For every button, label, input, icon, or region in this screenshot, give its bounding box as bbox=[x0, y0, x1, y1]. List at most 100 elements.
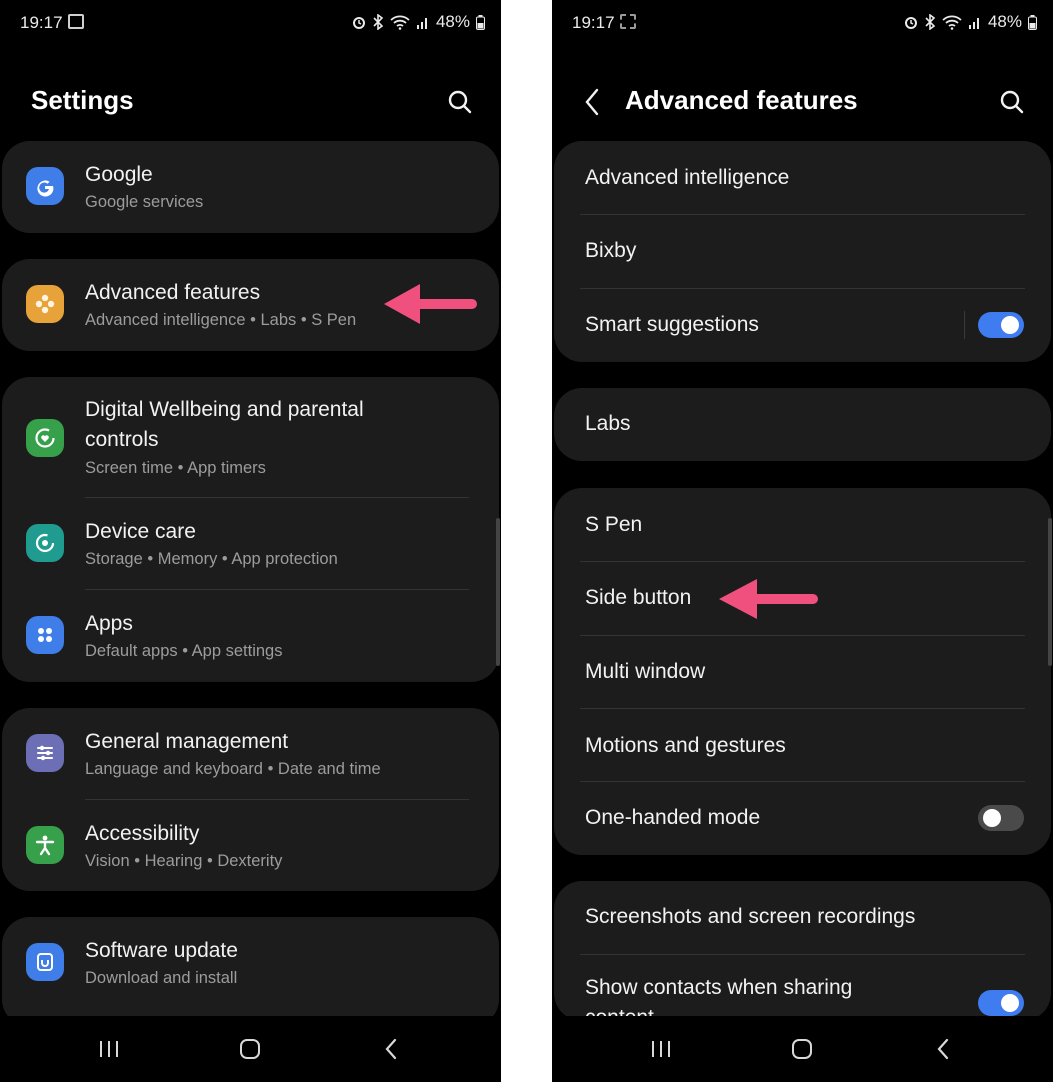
settings-screen: 19:17 48% Settings Google Google service… bbox=[0, 0, 501, 1082]
item-title: Labs bbox=[585, 412, 631, 435]
status-bar: 19:17 48% bbox=[552, 0, 1053, 46]
menu-item-screenshots[interactable]: Screenshots and screen recordings bbox=[554, 881, 1051, 954]
back-icon bbox=[385, 1038, 397, 1060]
toggle-knob bbox=[983, 809, 1001, 827]
alarm-icon bbox=[352, 15, 366, 29]
recent-apps-button[interactable] bbox=[89, 1034, 129, 1064]
item-subtitle: Storage • Memory • App protection bbox=[85, 550, 338, 568]
home-icon bbox=[792, 1039, 812, 1059]
page-title: Advanced features bbox=[625, 85, 858, 115]
menu-item-advanced-intelligence[interactable]: Advanced intelligence bbox=[554, 141, 1051, 214]
settings-item-software-update[interactable]: Software update Download and install bbox=[2, 917, 499, 1009]
item-title: Accessibility bbox=[85, 822, 200, 845]
features-group-sharing: Screenshots and screen recordings Show c… bbox=[554, 881, 1051, 1021]
toggle-knob bbox=[1001, 316, 1019, 334]
battery-icon bbox=[1028, 14, 1037, 30]
item-subtitle: Default apps • App settings bbox=[85, 642, 283, 660]
show-contacts-toggle[interactable] bbox=[978, 990, 1024, 1016]
menu-item-motions-gestures[interactable]: Motions and gestures bbox=[554, 709, 1051, 782]
recent-apps-button[interactable] bbox=[641, 1034, 681, 1064]
apps-icon bbox=[26, 616, 64, 654]
search-button[interactable] bbox=[994, 84, 1030, 120]
item-title-line2: controls bbox=[85, 428, 159, 451]
item-subtitle: Advanced intelligence • Labs • S Pen bbox=[85, 311, 357, 329]
settings-group-general: General management Language and keyboard… bbox=[2, 708, 499, 891]
features-group-labs: Labs bbox=[554, 388, 1051, 461]
menu-item-labs[interactable]: Labs bbox=[554, 388, 1051, 461]
settings-group-software: Software update Download and install bbox=[2, 917, 499, 1027]
smart-suggestions-toggle[interactable] bbox=[978, 312, 1024, 338]
item-title: Advanced features bbox=[85, 281, 261, 304]
recent-apps-icon bbox=[652, 1041, 670, 1057]
menu-item-smart-suggestions[interactable]: Smart suggestions bbox=[554, 289, 1051, 362]
menu-item-bixby[interactable]: Bixby bbox=[554, 215, 1051, 288]
item-subtitle: Download and install bbox=[85, 969, 238, 987]
home-icon bbox=[240, 1039, 260, 1059]
battery-percent: 48% bbox=[435, 12, 470, 31]
settings-item-google[interactable]: Google Google services bbox=[2, 141, 499, 233]
search-button[interactable] bbox=[442, 84, 478, 120]
toggle-knob bbox=[1001, 994, 1019, 1012]
header: Settings bbox=[0, 60, 501, 140]
settings-group-google: Google Google services bbox=[2, 141, 499, 233]
device-care-icon bbox=[26, 524, 64, 562]
bluetooth-icon bbox=[924, 14, 936, 30]
scrollbar[interactable] bbox=[1048, 518, 1052, 666]
settings-item-apps[interactable]: Apps Default apps • App settings bbox=[2, 590, 499, 682]
settings-item-device-care[interactable]: Device care Storage • Memory • App prote… bbox=[2, 498, 499, 589]
recent-apps-icon bbox=[100, 1041, 118, 1057]
bluetooth-icon bbox=[372, 14, 384, 30]
signal-icon bbox=[416, 15, 430, 30]
battery-icon bbox=[476, 14, 485, 30]
back-nav-button[interactable] bbox=[371, 1034, 411, 1064]
toggle-divider bbox=[964, 311, 965, 339]
item-subtitle: Language and keyboard • Date and time bbox=[85, 760, 381, 778]
item-title: Device care bbox=[85, 520, 196, 543]
menu-item-show-contacts[interactable]: Show contacts when sharing content bbox=[554, 955, 1051, 1021]
item-title: Bixby bbox=[585, 239, 637, 262]
item-title: One-handed mode bbox=[585, 806, 761, 829]
search-icon bbox=[448, 90, 472, 114]
search-icon bbox=[1000, 90, 1024, 114]
item-title: Show contacts when sharing bbox=[585, 976, 853, 999]
status-time: 19:17 bbox=[572, 13, 615, 32]
scrollbar[interactable] bbox=[496, 518, 500, 666]
battery-percent: 48% bbox=[987, 12, 1022, 31]
status-icons: 48% bbox=[352, 12, 485, 32]
menu-item-multi-window[interactable]: Multi window bbox=[554, 636, 1051, 709]
item-title: Motions and gestures bbox=[585, 734, 786, 757]
item-title: Multi window bbox=[585, 660, 706, 683]
one-handed-mode-toggle[interactable] bbox=[978, 805, 1024, 831]
navigation-bar bbox=[0, 1016, 501, 1082]
software-update-icon bbox=[26, 943, 64, 981]
back-button[interactable] bbox=[576, 84, 608, 120]
accessibility-icon bbox=[26, 826, 64, 864]
features-group-intelligence: Advanced intelligence Bixby Smart sugges… bbox=[554, 141, 1051, 362]
settings-item-general-management[interactable]: General management Language and keyboard… bbox=[2, 708, 499, 799]
item-subtitle: Google services bbox=[85, 193, 204, 211]
settings-item-accessibility[interactable]: Accessibility Vision • Hearing • Dexteri… bbox=[2, 800, 499, 891]
settings-group-wellbeing: Digital Wellbeing and parental controls … bbox=[2, 377, 499, 682]
advanced-features-icon bbox=[26, 285, 64, 323]
back-nav-button[interactable] bbox=[923, 1034, 963, 1064]
back-icon bbox=[937, 1038, 949, 1060]
google-icon bbox=[26, 167, 64, 205]
item-title: Software update bbox=[85, 939, 238, 962]
settings-item-digital-wellbeing[interactable]: Digital Wellbeing and parental controls … bbox=[2, 377, 499, 497]
annotation-arrow bbox=[719, 579, 818, 619]
status-time: 19:17 bbox=[20, 13, 63, 32]
page-title: Settings bbox=[31, 85, 134, 115]
home-button[interactable] bbox=[782, 1034, 822, 1064]
digital-wellbeing-icon bbox=[26, 419, 64, 457]
menu-item-s-pen[interactable]: S Pen bbox=[554, 488, 1051, 561]
screenshot-indicator-icon bbox=[620, 14, 636, 29]
home-button[interactable] bbox=[230, 1034, 270, 1064]
status-bar: 19:17 48% bbox=[0, 0, 501, 46]
item-subtitle: Vision • Hearing • Dexterity bbox=[85, 852, 283, 870]
item-title: Screenshots and screen recordings bbox=[585, 905, 916, 928]
back-arrow-icon bbox=[585, 88, 599, 116]
menu-item-one-handed-mode[interactable]: One-handed mode bbox=[554, 782, 1051, 855]
item-title: Digital Wellbeing and parental bbox=[85, 398, 364, 421]
item-title: S Pen bbox=[585, 513, 643, 536]
features-group-controls: S Pen Side button Multi window Motions a… bbox=[554, 488, 1051, 855]
